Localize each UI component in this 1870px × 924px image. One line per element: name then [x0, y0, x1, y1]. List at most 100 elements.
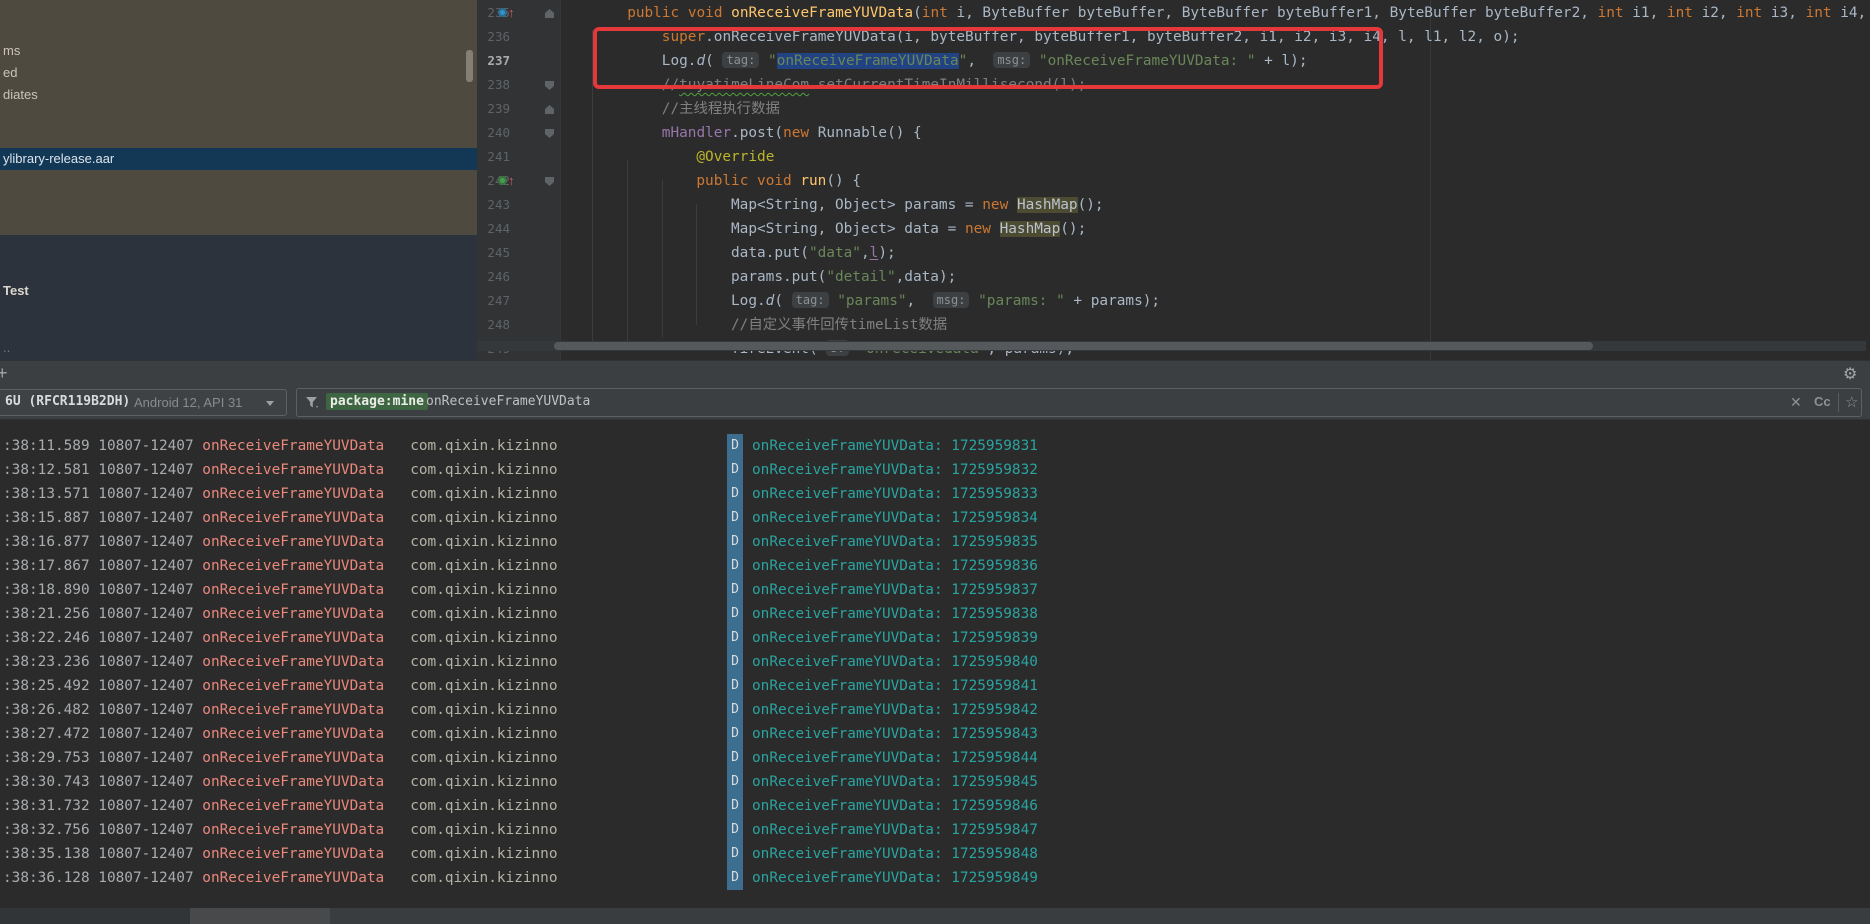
log-package: com.qixin.kizinno [384, 486, 557, 502]
code-line: Log.d( tag: "onReceiveFrameYUVData", msg… [477, 49, 1870, 73]
log-level-badge: D [727, 578, 743, 602]
log-tag: onReceiveFrameYUVData [202, 582, 384, 598]
log-package: com.qixin.kizinno [384, 702, 557, 718]
log-tag: onReceiveFrameYUVData [202, 678, 384, 694]
log-row[interactable]: :38:21.256 10807-12407 onReceiveFrameYUV… [0, 602, 1870, 626]
code-token: Log. [662, 53, 697, 69]
log-row[interactable]: :38:23.236 10807-12407 onReceiveFrameYUV… [0, 650, 1870, 674]
log-level-badge: D [727, 458, 743, 482]
clear-filter-icon[interactable]: ✕ [1790, 394, 1802, 411]
log-row[interactable]: :38:15.887 10807-12407 onReceiveFrameYUV… [0, 506, 1870, 530]
log-meta: :38:25.492 10807-12407 onReceiveFrameYUV… [3, 674, 558, 698]
code-line: @Override [477, 145, 1870, 169]
log-meta: :38:11.589 10807-12407 onReceiveFrameYUV… [3, 434, 558, 458]
log-tag: onReceiveFrameYUVData [202, 774, 384, 790]
code-token: i4, [1832, 5, 1870, 21]
code-token: , [907, 293, 933, 309]
logcat-list[interactable]: :38:11.589 10807-12407 onReceiveFrameYUV… [0, 420, 1870, 908]
code-token: "params" [837, 293, 906, 309]
log-package: com.qixin.kizinno [384, 510, 557, 526]
log-message: onReceiveFrameYUVData: 1725959847 [752, 818, 1038, 842]
code-token: public void [696, 173, 800, 189]
editor-hscrollbar[interactable] [477, 341, 1866, 351]
code-token [969, 293, 978, 309]
log-row[interactable]: :38:27.472 10807-12407 onReceiveFrameYUV… [0, 722, 1870, 746]
log-tag: onReceiveFrameYUVData [202, 702, 384, 718]
code-token: Runnable() { [809, 125, 922, 141]
status-bar-segment [0, 908, 190, 924]
code-token: "onReceiveFrameYUVData: " [1039, 53, 1256, 69]
project-scrollbar-thumb[interactable] [466, 50, 473, 82]
log-timestamp: :38:13.571 10807-12407 [3, 486, 202, 502]
project-item[interactable]: ‥ [3, 338, 10, 360]
log-row[interactable]: :38:17.867 10807-12407 onReceiveFrameYUV… [0, 554, 1870, 578]
code-line: Map<String, Object> params = new HashMap… [477, 193, 1870, 217]
log-row[interactable]: :38:26.482 10807-12407 onReceiveFrameYUV… [0, 698, 1870, 722]
match-case-toggle[interactable]: Cc [1814, 394, 1831, 409]
log-package: com.qixin.kizinno [384, 582, 557, 598]
log-tag: onReceiveFrameYUVData [202, 870, 384, 886]
code-token [759, 53, 768, 69]
project-item[interactable]: ed [3, 62, 17, 84]
favorite-filter-icon[interactable]: ☆ [1845, 393, 1858, 411]
log-row[interactable]: :38:35.138 10807-12407 onReceiveFrameYUV… [0, 842, 1870, 866]
log-message: onReceiveFrameYUVData: 1725959846 [752, 794, 1038, 818]
log-timestamp: :38:35.138 10807-12407 [3, 846, 202, 862]
code-line: //主线程执行数据 [477, 97, 1870, 121]
log-timestamp: :38:16.877 10807-12407 [3, 534, 202, 550]
log-row[interactable]: :38:13.571 10807-12407 onReceiveFrameYUV… [0, 482, 1870, 506]
logcat-filter-input[interactable]: package:mine onReceiveFrameYUVData ✕ Cc … [296, 388, 1862, 417]
add-tab-icon[interactable]: + [0, 363, 8, 384]
log-row[interactable]: :38:36.128 10807-12407 onReceiveFrameYUV… [0, 866, 1870, 890]
project-item-selected[interactable]: ylibrary-release.aar [0, 148, 477, 170]
log-row[interactable]: :38:29.753 10807-12407 onReceiveFrameYUV… [0, 746, 1870, 770]
log-level-badge: D [727, 506, 743, 530]
log-row[interactable]: :38:22.246 10807-12407 onReceiveFrameYUV… [0, 626, 1870, 650]
code-token: .onReceiveFrameYUVData(i, byteBuffer, by… [705, 29, 1519, 45]
log-meta: :38:36.128 10807-12407 onReceiveFrameYUV… [3, 866, 558, 890]
log-row[interactable]: :38:16.877 10807-12407 onReceiveFrameYUV… [0, 530, 1870, 554]
log-timestamp: :38:23.236 10807-12407 [3, 654, 202, 670]
log-level-badge: D [727, 434, 743, 458]
code-editor[interactable]: 235↑236237238239240241242↑24324424524624… [477, 0, 1870, 360]
filter-query-text: onReceiveFrameYUVData [426, 394, 590, 409]
log-row[interactable]: :38:25.492 10807-12407 onReceiveFrameYUV… [0, 674, 1870, 698]
log-package: com.qixin.kizinno [384, 654, 557, 670]
code-token [1008, 197, 1017, 213]
code-token: int [1598, 5, 1624, 21]
log-tag: onReceiveFrameYUVData [202, 654, 384, 670]
log-row[interactable]: :38:18.890 10807-12407 onReceiveFrameYUV… [0, 578, 1870, 602]
device-selector[interactable]: 6U (RFCR119B2DH) Android 12, API 31 [0, 389, 287, 416]
log-row[interactable]: :38:11.589 10807-12407 onReceiveFrameYUV… [0, 434, 1870, 458]
code-token: new [965, 221, 991, 237]
log-tag: onReceiveFrameYUVData [202, 726, 384, 742]
log-timestamp: :38:12.581 10807-12407 [3, 462, 202, 478]
code-token: i2, [1693, 5, 1736, 21]
device-info: Android 12, API 31 [134, 395, 242, 410]
filter-chip[interactable]: package:mine [326, 393, 428, 410]
code-line: Map<String, Object> data = new HashMap()… [477, 217, 1870, 241]
log-package: com.qixin.kizinno [384, 462, 557, 478]
code-token: @Override [696, 149, 774, 165]
log-tag: onReceiveFrameYUVData [202, 630, 384, 646]
log-row[interactable]: :38:32.756 10807-12407 onReceiveFrameYUV… [0, 818, 1870, 842]
project-item[interactable]: ms [3, 40, 20, 62]
code-token: //自定义事件回传timeList数据 [731, 317, 947, 333]
project-item[interactable]: diates [3, 84, 38, 106]
project-panel-lower-background [0, 235, 477, 360]
gear-icon[interactable]: ⚙ [1843, 364, 1857, 384]
log-package: com.qixin.kizinno [384, 630, 557, 646]
code-token: int [1806, 5, 1832, 21]
log-row[interactable]: :38:31.732 10807-12407 onReceiveFrameYUV… [0, 794, 1870, 818]
log-message: onReceiveFrameYUVData: 1725959833 [752, 482, 1038, 506]
log-tag: onReceiveFrameYUVData [202, 822, 384, 838]
log-row[interactable]: :38:12.581 10807-12407 onReceiveFrameYUV… [0, 458, 1870, 482]
code-line: data.put("data",l); [477, 241, 1870, 265]
log-row[interactable]: :38:30.743 10807-12407 onReceiveFrameYUV… [0, 770, 1870, 794]
code-token: super [662, 29, 705, 45]
log-message: onReceiveFrameYUVData: 1725959832 [752, 458, 1038, 482]
hscrollbar-thumb[interactable] [554, 342, 1593, 350]
log-meta: :38:13.571 10807-12407 onReceiveFrameYUV… [3, 482, 558, 506]
project-tree-background [0, 0, 477, 235]
project-item[interactable]: Test [3, 280, 29, 302]
